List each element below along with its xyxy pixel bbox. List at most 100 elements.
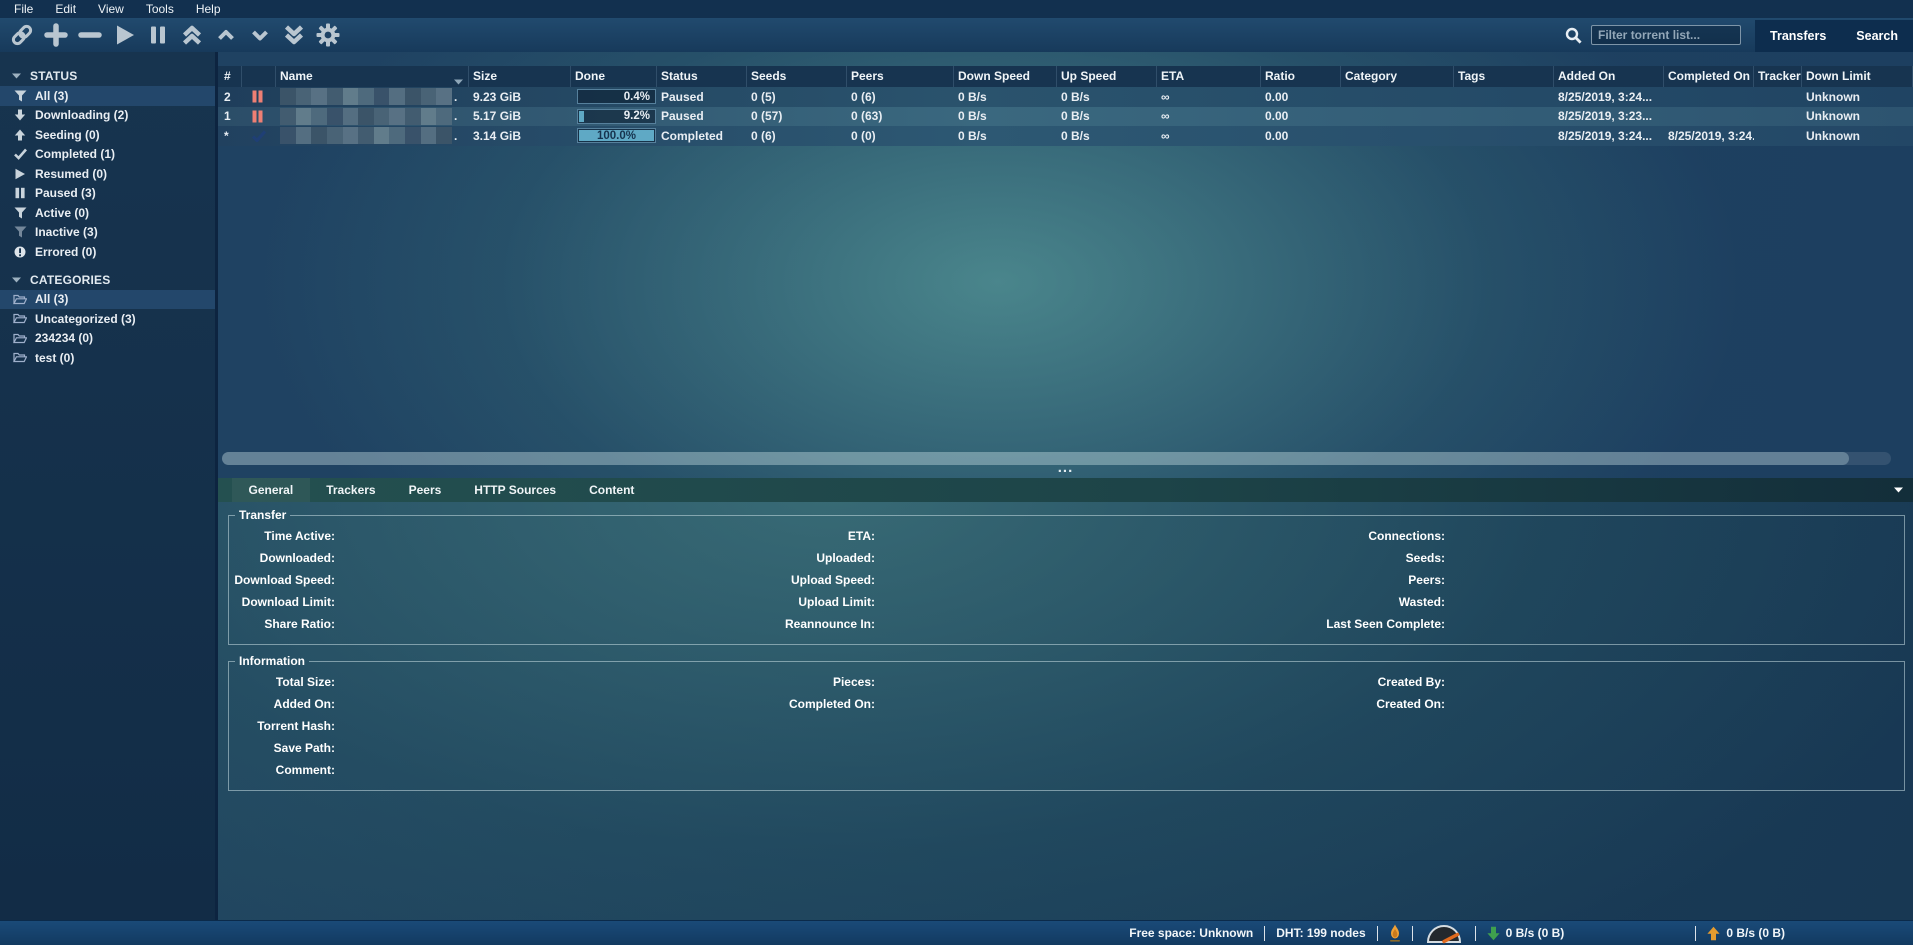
column-label: Seeds (751, 69, 786, 83)
menu-view[interactable]: View (87, 2, 135, 16)
sidebar-status-errored-0[interactable]: Errored (0) (0, 242, 215, 262)
column-header-size[interactable]: Size (469, 66, 571, 87)
status-section-header[interactable]: STATUS (0, 66, 215, 86)
table-row[interactable]: 2.9.23 GiB0.4%Paused0 (5)0 (6)0 B/s0 B/s… (218, 87, 1913, 107)
menu-tools[interactable]: Tools (135, 2, 185, 16)
column-header-eta[interactable]: ETA (1157, 66, 1261, 87)
column-header-tags[interactable]: Tags (1454, 66, 1554, 87)
column-label: Down Limit (1806, 69, 1871, 83)
up-arrow-icon (1707, 926, 1720, 941)
cell-state (242, 130, 276, 142)
connection-status-icon[interactable] (1389, 924, 1401, 942)
column-header-completed-on[interactable]: Completed On (1664, 66, 1754, 87)
filter-input[interactable] (1591, 25, 1741, 45)
sidebar-category-test-0[interactable]: test (0) (0, 348, 215, 368)
transfer-label-uploaded: Uploaded: (335, 551, 875, 565)
torrent-list: # NameSizeDoneStatus Seeds PeersDown Speed U… (218, 52, 1913, 478)
sidebar-category-uncategorized-3[interactable]: Uncategorized (3) (0, 309, 215, 329)
cell-eta: ∞ (1157, 90, 1261, 104)
item-label: Completed (1) (35, 147, 115, 161)
tab-content[interactable]: Content (573, 478, 651, 502)
cell-down-speed: 0 B/s (954, 129, 1057, 143)
column-header-done[interactable]: Done (571, 66, 657, 87)
tab-http-sources[interactable]: HTTP Sources (458, 478, 573, 502)
tab-general[interactable]: General (232, 478, 310, 502)
cell-peers: 0 (0) (847, 129, 954, 143)
sidebar-status-downloading-2[interactable]: Downloading (2) (0, 106, 215, 126)
sidebar-status-resumed-0[interactable]: Resumed (0) (0, 164, 215, 184)
alt-speed-icon[interactable] (1424, 923, 1464, 944)
scrollbar-track[interactable] (222, 452, 1891, 465)
sidebar-status-inactive-3[interactable]: Inactive (3) (0, 223, 215, 243)
cell-state (242, 90, 276, 103)
tab-peers[interactable]: Peers (392, 478, 458, 502)
transfer-label-upload-limit: Upload Limit: (335, 595, 875, 609)
column-header-tracker[interactable]: Tracker (1754, 66, 1802, 87)
column-header-#[interactable]: # (218, 66, 242, 87)
tab-trackers[interactable]: Trackers (310, 478, 392, 502)
column-header-category[interactable]: Category (1341, 66, 1454, 87)
column-header-down-speed[interactable]: Down Speed (954, 66, 1057, 87)
add-torrent-icon (44, 23, 68, 47)
toolbar-move-down-button[interactable] (244, 20, 275, 50)
column-header-added-on[interactable]: Added On (1554, 66, 1664, 87)
statusbar-free-space: Free space: Unknown (1129, 926, 1253, 940)
toolbar-add-torrent-button[interactable] (40, 20, 71, 50)
statusbar-download-speed[interactable]: 0 B/s (0 B) (1487, 926, 1565, 941)
toolbar-remove-torrent-button[interactable] (74, 20, 105, 50)
view-tabs: TransfersSearch (1755, 20, 1913, 52)
cell-up-speed: 0 B/s (1057, 109, 1157, 123)
cell-ratio: 0.00 (1261, 90, 1341, 104)
column-header-status[interactable]: Status (657, 66, 747, 87)
sidebar-status-completed-1[interactable]: Completed (1) (0, 145, 215, 165)
column-header-down-limit[interactable]: Down Limit (1802, 66, 1913, 87)
column-label: Category (1345, 69, 1397, 83)
toolbar-pause-button[interactable] (142, 20, 173, 50)
menubar: FileEditViewToolsHelp (0, 0, 1913, 18)
column-label: Up Speed (1061, 69, 1116, 83)
transfer-label-download-speed: Download Speed: (229, 573, 335, 587)
statusbar: Free space: UnknownDHT: 199 nodes0 B/s (… (0, 920, 1913, 945)
redacted-name (280, 127, 452, 144)
table-row[interactable]: *.3.14 GiB100.0%Completed0 (6)0 (0)0 B/s… (218, 126, 1913, 146)
sidebar-status-seeding-0[interactable]: Seeding (0) (0, 125, 215, 145)
toolbar-link-button[interactable] (6, 20, 37, 50)
statusbar-upload-speed[interactable]: 0 B/s (0 B) (1707, 926, 1785, 941)
sidebar-status-active-0[interactable]: Active (0) (0, 203, 215, 223)
completed-icon (13, 148, 27, 160)
transfer-label-last-seen-complete: Last Seen Complete: (875, 617, 1445, 631)
column-header-peers[interactable]: Peers (847, 66, 954, 87)
sidebar-category-all-3[interactable]: All (3) (0, 290, 215, 310)
toolbar-bottom-priority-button[interactable] (278, 20, 309, 50)
sidebar-status-all-3[interactable]: All (3) (0, 86, 215, 106)
transfer-section: Transfer Time Active:ETA:Connections:Dow… (228, 508, 1905, 645)
menu-file[interactable]: File (3, 2, 44, 16)
sidebar-status-paused-3[interactable]: Paused (3) (0, 184, 215, 204)
toolbar-options-button[interactable] (312, 20, 343, 50)
panel-collapse-icon[interactable] (1894, 487, 1903, 493)
column-header-name[interactable]: Name (276, 66, 469, 87)
filter-search (1565, 25, 1741, 45)
menu-help[interactable]: Help (185, 2, 232, 16)
categories-section-header[interactable]: CATEGORIES (0, 270, 215, 290)
table-empty-space (218, 146, 1913, 451)
transfer-label-wasted: Wasted: (875, 595, 1445, 609)
item-label: Uncategorized (3) (35, 312, 136, 326)
panel-splitter[interactable]: ... (218, 466, 1913, 478)
column-header-ratio[interactable]: Ratio (1261, 66, 1341, 87)
scrollbar-thumb[interactable] (222, 452, 1849, 465)
viewtab-transfers[interactable]: Transfers (1755, 20, 1841, 52)
table-row[interactable]: 1.5.17 GiB9.2%Paused0 (57)0 (63)0 B/s0 B… (218, 107, 1913, 127)
column-header-up-speed[interactable]: Up Speed (1057, 66, 1157, 87)
menu-edit[interactable]: Edit (44, 2, 87, 16)
transfer-row: Downloaded:Uploaded:Seeds: (229, 547, 1904, 569)
sidebar-category-234234-0[interactable]: 234234 (0) (0, 329, 215, 349)
toolbar-top-priority-button[interactable] (176, 20, 207, 50)
toolbar-resume-button[interactable] (108, 20, 139, 50)
toolbar-move-up-button[interactable] (210, 20, 241, 50)
cell-ratio: 0.00 (1261, 129, 1341, 143)
column-header-state[interactable] (242, 66, 276, 87)
viewtab-search[interactable]: Search (1841, 20, 1913, 52)
column-header-seeds[interactable]: Seeds (747, 66, 847, 87)
table-rows: 2.9.23 GiB0.4%Paused0 (5)0 (6)0 B/s0 B/s… (218, 87, 1913, 146)
